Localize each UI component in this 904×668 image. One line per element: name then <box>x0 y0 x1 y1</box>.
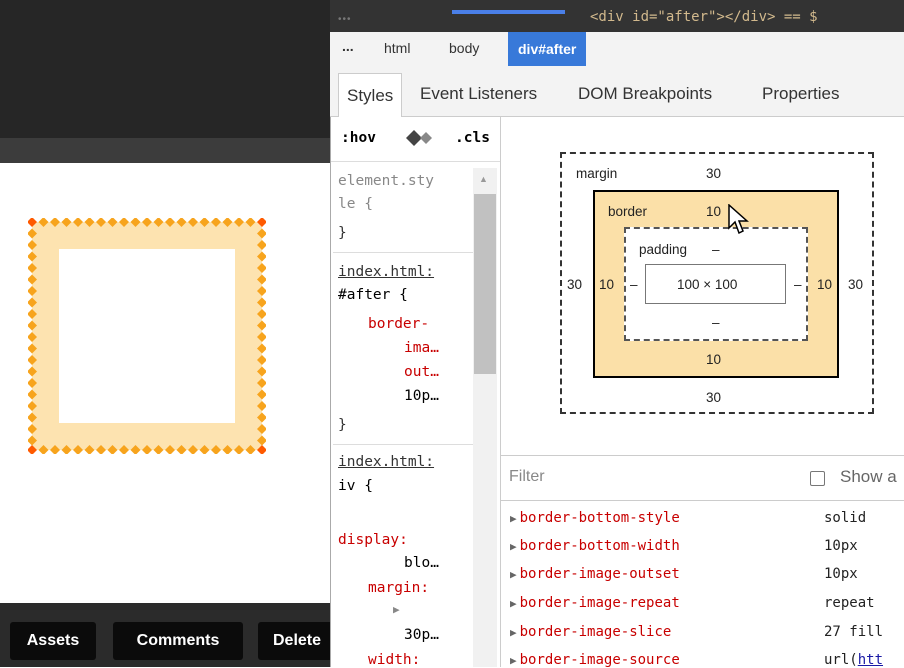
border-label: border <box>608 204 648 219</box>
rule-divider <box>333 252 473 253</box>
expand-triangle-icon[interactable]: ▶ <box>393 603 400 616</box>
computed-property-row[interactable]: ▶ border-image-source <box>510 652 680 668</box>
breadcrumb-ellipsis[interactable]: ... <box>342 38 354 54</box>
scroll-up-arrow-icon[interactable]: ▲ <box>479 174 488 184</box>
computed-property-name: border-image-outset <box>519 566 680 582</box>
css-property-value-line[interactable]: 10p… <box>404 388 439 404</box>
border-left-value[interactable]: 10 <box>599 277 614 292</box>
computed-property-name: border-image-repeat <box>519 595 680 611</box>
computed-property-value: url(htt <box>824 652 883 668</box>
margin-top-value[interactable]: 30 <box>706 166 721 181</box>
computed-property-row[interactable]: ▶ border-bottom-style <box>510 510 680 526</box>
padding-bottom-value[interactable]: – <box>712 315 720 330</box>
margin-bottom-value[interactable]: 30 <box>706 390 721 405</box>
computed-property-name: border-image-slice <box>519 624 672 640</box>
rule-source-link[interactable]: index.html: <box>338 264 434 280</box>
rule-source-link[interactable]: index.html: <box>338 454 434 470</box>
element-style-selector-cont: le { <box>338 196 373 212</box>
expand-triangle-icon[interactable]: ▶ <box>510 568 517 581</box>
expand-triangle-icon[interactable]: ▶ <box>510 597 517 610</box>
content-size[interactable]: 100 × 100 <box>677 277 737 292</box>
border-image-demo-box <box>28 218 266 454</box>
ellipsis-icon: ••• <box>338 14 352 25</box>
page-dark-header <box>0 0 330 138</box>
expand-triangle-icon[interactable]: ▶ <box>510 626 517 639</box>
css-property-name[interactable]: width: <box>368 652 420 668</box>
assets-button[interactable]: Assets <box>10 622 96 660</box>
value-link[interactable]: htt <box>858 652 883 668</box>
css-property-name[interactable]: display: <box>338 532 408 548</box>
demo-content-area <box>59 249 235 423</box>
computed-property-value: 27 fill <box>824 624 884 640</box>
computed-property-name: border-bottom-style <box>519 510 680 526</box>
computed-property-value: 10px <box>824 566 858 582</box>
computed-property-value: solid <box>824 510 867 526</box>
css-property-value-line[interactable]: ima… <box>404 340 439 356</box>
rule-selector: #after { <box>338 287 408 303</box>
rule-close-brace: } <box>338 417 347 433</box>
margin-label: margin <box>576 166 618 181</box>
computed-property-row[interactable]: ▶ border-image-slice <box>510 624 671 640</box>
padding-top-value[interactable]: – <box>712 242 720 257</box>
color-format-icon[interactable] <box>404 128 438 148</box>
mouse-cursor-icon <box>728 204 749 235</box>
breadcrumb-body[interactable]: body <box>449 40 479 56</box>
computed-property-value: repeat <box>824 595 875 611</box>
element-style-selector: element.sty <box>338 173 435 189</box>
border-top-value[interactable]: 10 <box>706 204 721 219</box>
show-all-label: Show a <box>840 467 897 486</box>
computed-property-row[interactable]: ▶ border-bottom-width <box>510 538 680 554</box>
rule-close-brace: } <box>338 225 347 241</box>
computed-property-row[interactable]: ▶ border-image-repeat <box>510 595 680 611</box>
margin-left-value[interactable]: 30 <box>567 277 582 292</box>
comments-button[interactable]: Comments <box>113 622 243 660</box>
breadcrumb-active[interactable]: div#after <box>508 32 587 66</box>
breadcrumb <box>330 32 904 67</box>
breadcrumb-html[interactable]: html <box>384 40 410 56</box>
tab-dom-breakpoints[interactable]: DOM Breakpoints <box>578 84 712 104</box>
expand-triangle-icon[interactable]: ▶ <box>510 512 517 525</box>
border-right-value[interactable]: 10 <box>817 277 832 292</box>
expand-triangle-icon[interactable]: ▶ <box>510 540 517 553</box>
computed-property-name: border-bottom-width <box>519 538 680 554</box>
value-prefix: url( <box>824 652 858 668</box>
cls-toggle[interactable]: .cls <box>455 130 490 146</box>
computed-property-row[interactable]: ▶ border-image-outset <box>510 566 680 582</box>
styles-scrollbar-thumb[interactable] <box>474 194 496 374</box>
padding-label: padding <box>639 242 688 257</box>
css-property-name[interactable]: margin: <box>368 580 429 596</box>
selected-node-text[interactable]: <div id="after"></div> == $ <box>590 9 818 25</box>
selection-indicator <box>452 10 565 14</box>
hov-toggle[interactable]: :hov <box>341 130 376 146</box>
tab-properties[interactable]: Properties <box>762 84 839 104</box>
padding-left-value[interactable]: – <box>630 277 638 292</box>
computed-property-value: 10px <box>824 538 858 554</box>
show-all-checkbox[interactable] <box>810 471 825 486</box>
css-property-name[interactable]: border- <box>368 316 429 332</box>
computed-property-name: border-image-source <box>519 652 680 668</box>
pane-divider[interactable] <box>500 117 501 667</box>
tab-styles[interactable]: Styles <box>338 73 403 117</box>
margin-right-value[interactable]: 30 <box>848 277 863 292</box>
page-toolbar-band <box>0 138 330 163</box>
filter-input[interactable]: Filter <box>509 468 545 486</box>
expand-triangle-icon[interactable]: ▶ <box>510 654 517 667</box>
css-property-value-line[interactable]: out… <box>404 364 439 380</box>
padding-right-value[interactable]: – <box>794 277 802 292</box>
tab-event-listeners[interactable]: Event Listeners <box>420 84 537 104</box>
css-property-value[interactable]: 30p… <box>404 627 439 643</box>
rule-divider <box>333 444 473 445</box>
css-property-value[interactable]: blo… <box>404 555 439 571</box>
border-bottom-value[interactable]: 10 <box>706 352 721 367</box>
delete-button[interactable]: Delete <box>258 622 334 660</box>
rule-selector: iv { <box>338 478 373 494</box>
